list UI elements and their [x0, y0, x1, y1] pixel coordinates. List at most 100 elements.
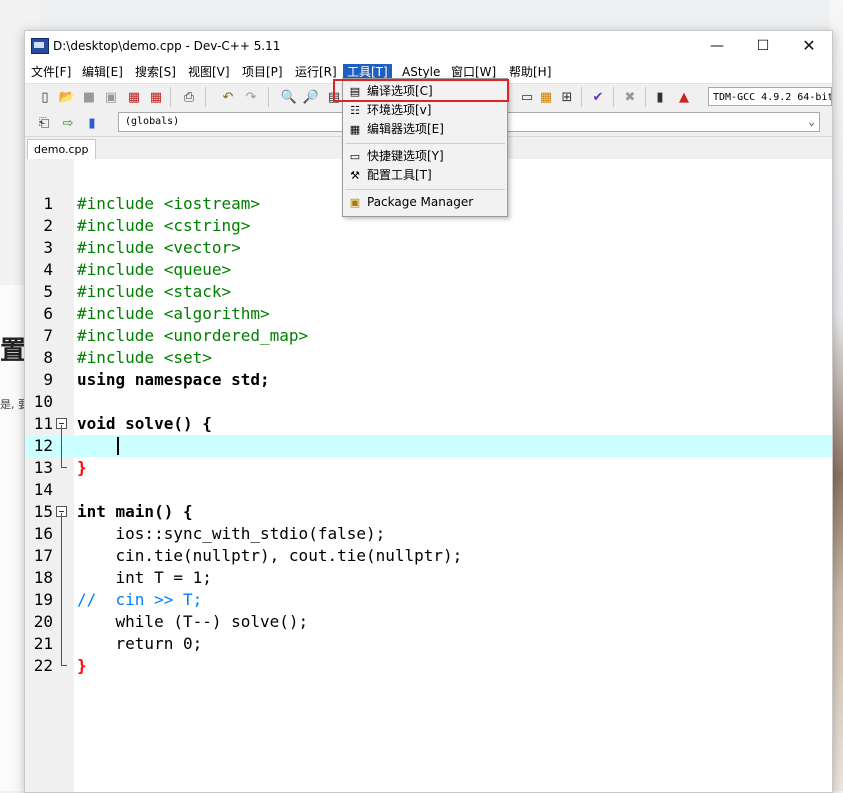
code-line: 19 // cin >> T;	[25, 589, 832, 611]
line-number: 21	[33, 634, 53, 653]
bookmark-icon[interactable]: ▮	[83, 114, 101, 132]
line-number: 8	[43, 348, 53, 367]
shortcut-options-icon: ▭	[349, 149, 361, 163]
code-editor[interactable]: 1 #include <iostream> 2 #include <cstring>…	[25, 159, 832, 792]
new-window-icon[interactable]: ▭	[518, 88, 536, 106]
code-text: }	[77, 656, 87, 675]
environment-options-icon: ☷	[350, 103, 360, 117]
delete-profile-icon[interactable]: ▲	[675, 88, 693, 106]
title-bar[interactable]: D:\desktop\demo.cpp - Dev-C++ 5.11 — ☐ ✕	[25, 31, 832, 61]
stop-icon[interactable]: ✖	[621, 88, 639, 106]
line-number: 17	[33, 546, 53, 565]
code-line: 14	[25, 479, 832, 501]
code-text: #include <cstring>	[77, 216, 251, 235]
code-text: while (T--) solve();	[77, 612, 309, 631]
code-line: 3 #include <vector>	[25, 237, 832, 259]
code-line: 18 int T = 1;	[25, 567, 832, 589]
code-text: // cin >> T;	[77, 590, 203, 609]
code-text: return 0;	[77, 634, 203, 653]
menu-search[interactable]: 搜索[S]	[131, 64, 180, 81]
code-text: }	[77, 458, 87, 477]
menu-separator	[345, 143, 505, 144]
fold-guide	[61, 513, 62, 665]
line-number: 19	[33, 590, 53, 609]
replace-icon[interactable]: 🔎	[302, 88, 320, 106]
insert-icon[interactable]: ⎗	[35, 114, 53, 132]
fold-guide-end	[61, 665, 67, 666]
devcpp-app-icon	[31, 38, 49, 54]
scope-select-value: (globals)	[125, 116, 180, 127]
menu-item-configure-tools[interactable]: ⚒ 配置工具[T]	[343, 166, 507, 185]
toolbar-separator	[170, 87, 171, 107]
profile-chart-icon[interactable]: ▮	[651, 88, 669, 106]
minimize-button[interactable]: —	[694, 31, 740, 61]
annotation-highlight-box	[333, 79, 509, 102]
code-text: #include <queue>	[77, 260, 232, 279]
line-number: 13	[33, 458, 53, 477]
find-icon[interactable]: 🔍	[280, 88, 298, 106]
close-all-icon[interactable]: ▦	[147, 88, 165, 106]
menu-item-editor-options[interactable]: ▦ 编辑器选项[E]	[343, 120, 507, 139]
goto-icon[interactable]: ⇨	[59, 114, 77, 132]
save-all-icon[interactable]: ▣	[102, 88, 120, 106]
code-line: 11 void solve() {	[25, 413, 832, 435]
tab-demo-cpp[interactable]: demo.cpp	[27, 139, 96, 160]
menu-item-package-manager[interactable]: ▣ Package Manager	[343, 193, 507, 212]
line-number: 6	[43, 304, 53, 323]
code-line: 17 cin.tie(nullptr), cout.tie(nullptr);	[25, 545, 832, 567]
code-line: 10	[25, 391, 832, 413]
code-text: ios::sync_with_stdio(false);	[77, 524, 386, 543]
code-text: int T = 1;	[77, 568, 212, 587]
code-text: cin.tie(nullptr), cout.tie(nullptr);	[77, 546, 463, 565]
menu-file[interactable]: 文件[F]	[27, 64, 75, 81]
menu-item-label: 环境选项[v]	[367, 103, 432, 117]
background-heading-glyph: 置	[0, 336, 27, 366]
menu-project[interactable]: 项目[P]	[238, 64, 287, 81]
line-number: 18	[33, 568, 53, 587]
line-number: 11	[33, 414, 53, 433]
text-caret	[117, 437, 119, 455]
close-file-icon[interactable]: ▦	[125, 88, 143, 106]
menu-item-label: 编辑器选项[E]	[367, 122, 444, 136]
code-text: using namespace std;	[77, 370, 270, 389]
print-icon[interactable]: ⎙	[180, 88, 198, 106]
package-manager-icon: ▣	[349, 195, 361, 209]
code-text: #include <algorithm>	[77, 304, 270, 323]
menu-item-environment-options[interactable]: ☷ 环境选项[v]	[343, 101, 507, 120]
maximize-button[interactable]: ☐	[740, 31, 786, 61]
line-number: 4	[43, 260, 53, 279]
new-file-icon[interactable]: ▯	[36, 88, 54, 106]
undo-icon[interactable]: ↶	[219, 88, 237, 106]
code-line: 8 #include <set>	[25, 347, 832, 369]
line-number: 14	[33, 480, 53, 499]
layout-icon[interactable]: ▦	[537, 88, 555, 106]
fold-guide	[61, 425, 62, 467]
line-number: 12	[33, 436, 53, 455]
open-file-icon[interactable]: 📂	[58, 88, 76, 106]
menu-view[interactable]: 视图[V]	[184, 64, 234, 81]
line-number: 15	[33, 502, 53, 521]
close-button[interactable]: ✕	[786, 31, 832, 61]
chevron-down-icon: ⌄	[808, 115, 815, 128]
editor-options-icon: ▦	[349, 122, 361, 136]
toolbar-separator	[613, 87, 614, 107]
code-line: 9 using namespace std;	[25, 369, 832, 391]
code-line: 22}	[25, 655, 832, 677]
save-icon[interactable]: ■	[80, 88, 98, 106]
redo-icon[interactable]: ↷	[242, 88, 260, 106]
menu-edit[interactable]: 编辑[E]	[78, 64, 127, 81]
menu-help[interactable]: 帮助[H]	[505, 64, 555, 81]
line-number: 10	[33, 392, 53, 411]
code-line: 4 #include <queue>	[25, 259, 832, 281]
fold-guide-end	[61, 467, 67, 468]
line-number: 16	[33, 524, 53, 543]
menu-separator	[345, 189, 505, 190]
grid-icon[interactable]: ⊞	[558, 88, 576, 106]
syntax-check-icon[interactable]: ✔	[589, 88, 607, 106]
menu-item-label: 配置工具[T]	[367, 168, 432, 182]
menu-item-label: 快捷键选项[Y]	[367, 149, 444, 163]
line-number: 7	[43, 326, 53, 345]
menu-item-shortcut-options[interactable]: ▭ 快捷键选项[Y]	[343, 147, 507, 166]
toolbar-separator	[268, 87, 269, 107]
compiler-select[interactable]: TDM-GCC 4.9.2 64-bit Release	[708, 87, 832, 106]
